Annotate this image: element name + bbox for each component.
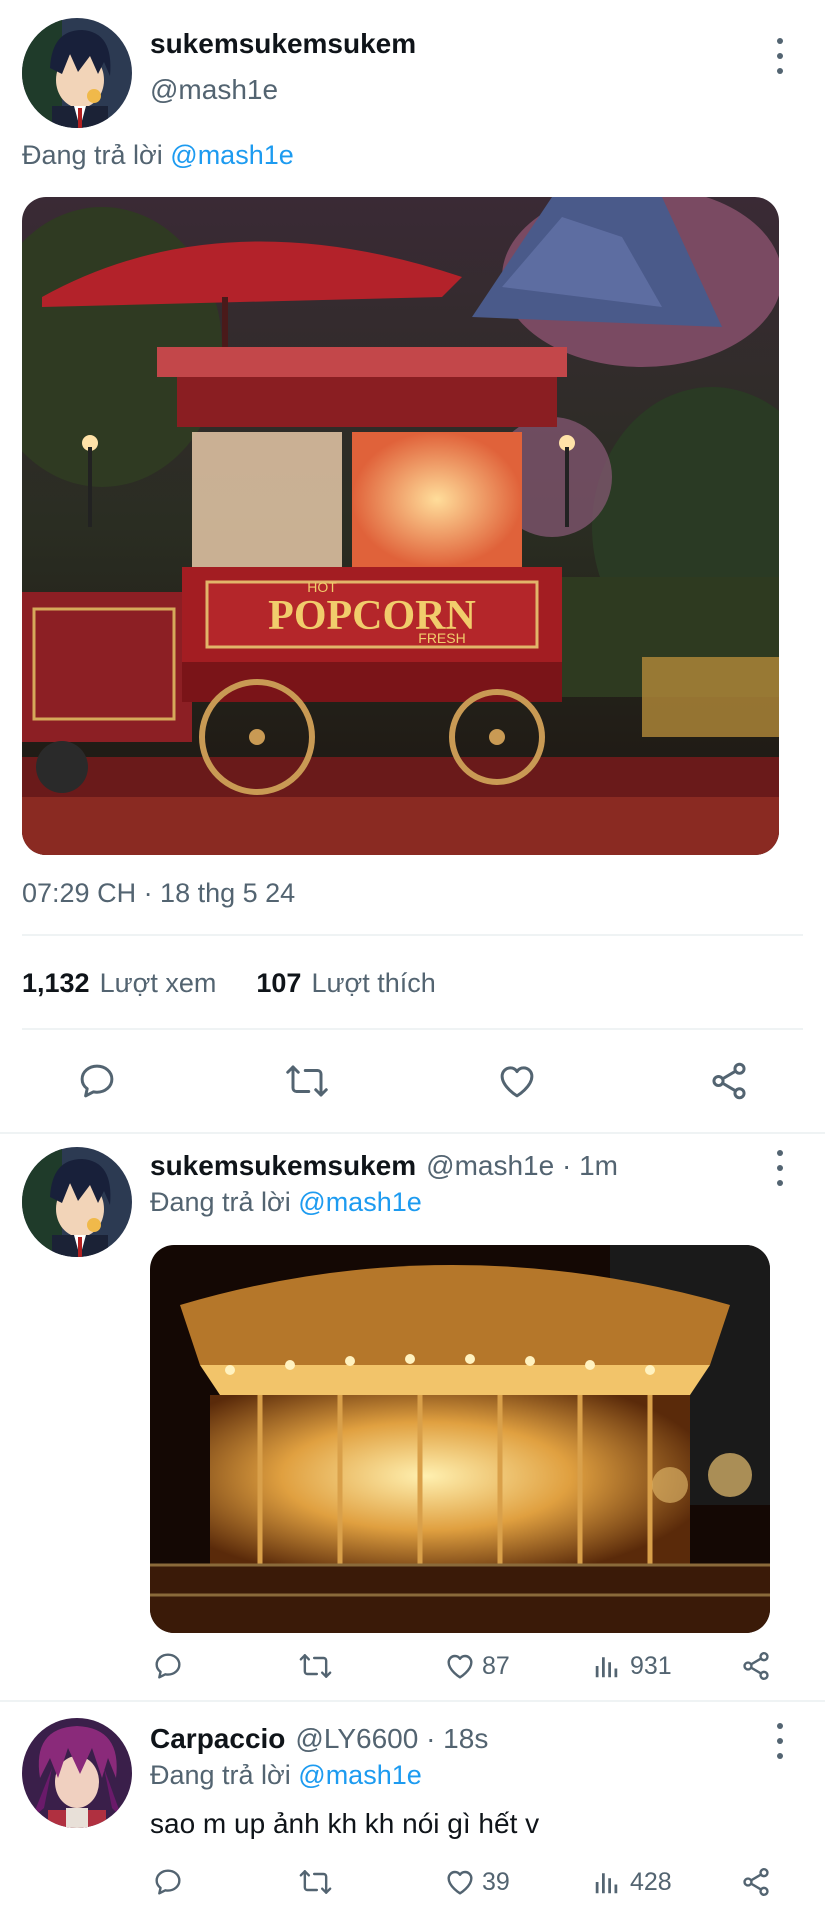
- reply-icon[interactable]: [152, 1650, 184, 1682]
- retweet-icon[interactable]: [284, 1060, 330, 1102]
- heart-icon[interactable]: [444, 1866, 476, 1898]
- reply-header: Carpaccio @LY6600 · 18s: [150, 1723, 488, 1755]
- handle[interactable]: @mash1e · 1m: [426, 1150, 618, 1182]
- views-button[interactable]: 931: [592, 1650, 672, 1682]
- retweet-icon[interactable]: [298, 1650, 333, 1682]
- heart-icon[interactable]: [444, 1650, 476, 1682]
- tweet-image-popcorn-cart[interactable]: POPCORN HOT FRESH: [22, 197, 779, 855]
- avatar[interactable]: [22, 18, 132, 128]
- replying-prefix: Đang trả lời: [22, 140, 163, 170]
- views-count[interactable]: 1,132: [22, 968, 90, 999]
- share-icon[interactable]: [708, 1060, 750, 1102]
- cart-sign-hot: HOT: [307, 579, 337, 595]
- views-icon[interactable]: [592, 1866, 622, 1898]
- heart-icon[interactable]: [496, 1060, 538, 1102]
- replying-prefix: Đang trả lời: [150, 1187, 291, 1217]
- replying-to: Đang trả lời @mash1e: [22, 140, 294, 171]
- more-icon[interactable]: [768, 38, 792, 74]
- display-name[interactable]: Carpaccio: [150, 1723, 285, 1755]
- divider: [0, 1700, 825, 1702]
- avatar[interactable]: [22, 1718, 132, 1828]
- timestamp[interactable]: 07:29 CH · 18 thg 5 24: [22, 878, 295, 909]
- tweet-stats: 1,132 Lượt xem 107 Lượt thích: [22, 968, 436, 999]
- like-button[interactable]: 87: [444, 1650, 510, 1682]
- replying-mention[interactable]: @mash1e: [298, 1760, 421, 1790]
- likes-count[interactable]: 107: [256, 968, 301, 999]
- display-name[interactable]: sukemsukemsukem: [150, 1150, 416, 1182]
- reply-icon[interactable]: [76, 1060, 118, 1102]
- reply-icon[interactable]: [152, 1866, 184, 1898]
- reply-text: sao m up ảnh kh kh nói gì hết v: [150, 1808, 540, 1839]
- share-icon[interactable]: [740, 1650, 772, 1682]
- avatar[interactable]: [22, 1147, 132, 1257]
- replying-prefix: Đang trả lời: [150, 1760, 291, 1790]
- like-count: 39: [482, 1867, 510, 1896]
- divider: [0, 1132, 825, 1134]
- display-name[interactable]: sukemsukemsukem: [150, 28, 416, 60]
- more-icon[interactable]: [768, 1150, 792, 1186]
- reply-header: sukemsukemsukem @mash1e · 1m: [150, 1150, 618, 1182]
- divider: [22, 1028, 803, 1030]
- retweet-icon[interactable]: [298, 1866, 333, 1898]
- views-count: 428: [630, 1867, 672, 1896]
- likes-label[interactable]: Lượt thích: [311, 968, 435, 999]
- views-count: 931: [630, 1651, 672, 1680]
- tweet-image-carousel[interactable]: [150, 1245, 770, 1633]
- views-button[interactable]: 428: [592, 1866, 672, 1898]
- views-label[interactable]: Lượt xem: [100, 968, 217, 999]
- views-icon[interactable]: [592, 1650, 622, 1682]
- handle[interactable]: @LY6600 · 18s: [295, 1723, 488, 1755]
- replying-to: Đang trả lời @mash1e: [150, 1187, 422, 1218]
- replying-to: Đang trả lời @mash1e: [150, 1760, 422, 1791]
- like-button[interactable]: 39: [444, 1866, 510, 1898]
- divider: [22, 934, 803, 936]
- more-icon[interactable]: [768, 1723, 792, 1759]
- share-icon[interactable]: [740, 1866, 772, 1898]
- replying-mention[interactable]: @mash1e: [298, 1187, 421, 1217]
- replying-mention[interactable]: @mash1e: [170, 140, 293, 170]
- like-count: 87: [482, 1651, 510, 1680]
- handle[interactable]: @mash1e: [150, 74, 278, 106]
- cart-sign-fresh: FRESH: [418, 630, 465, 646]
